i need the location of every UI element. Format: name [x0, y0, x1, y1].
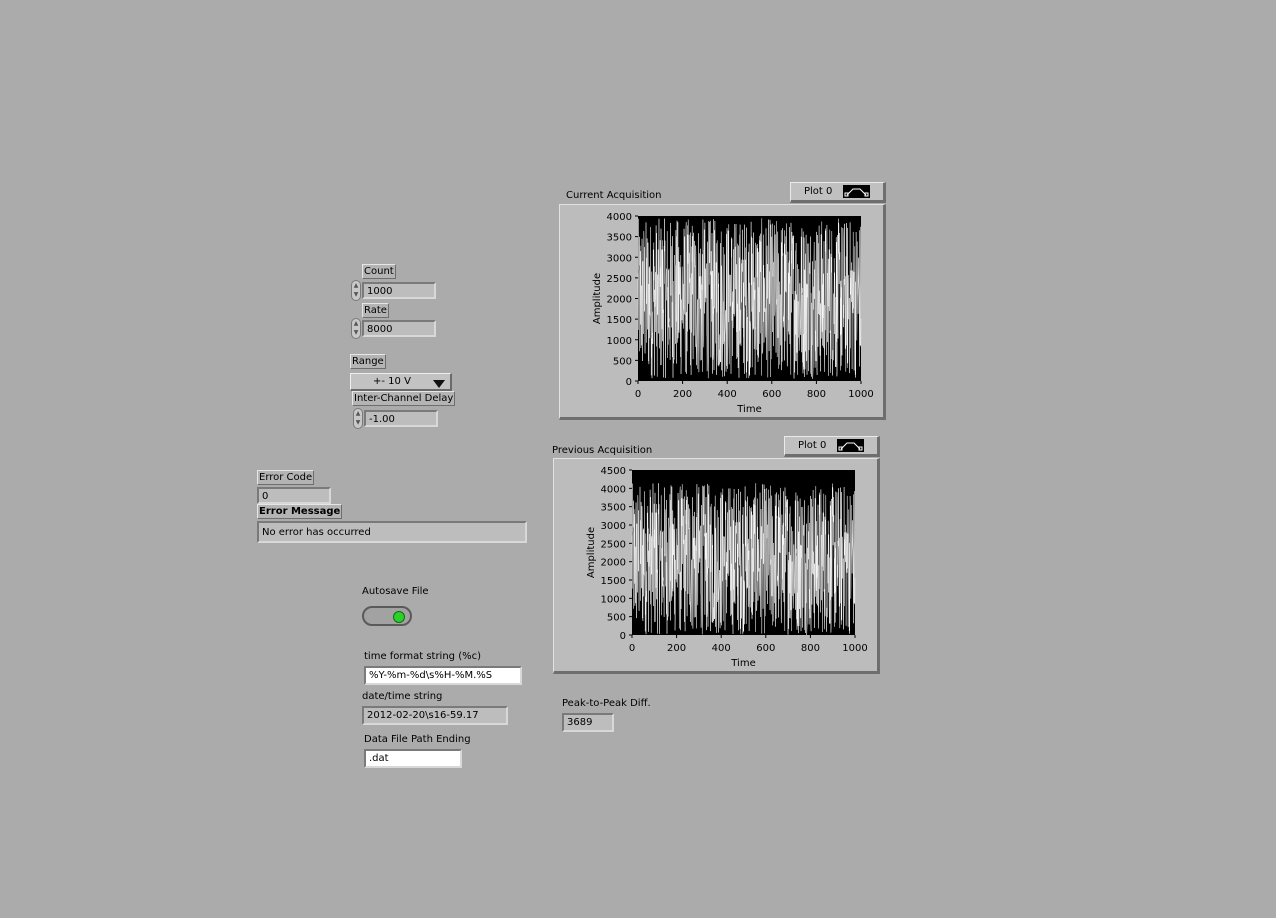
y-tick-label: 1500 — [607, 315, 632, 326]
y-tick-label: 0 — [620, 631, 626, 642]
y-tick-label: 1500 — [601, 576, 626, 587]
x-tick-label: 1000 — [848, 389, 873, 400]
delay-increment-icon[interactable]: ▲ ▼ — [353, 408, 363, 429]
range-select[interactable]: +- 10 V — [350, 373, 452, 391]
chevron-down-icon[interactable] — [433, 380, 445, 388]
x-tick-label: 600 — [762, 389, 781, 400]
y-tick-label: 1000 — [601, 594, 626, 605]
y-tick-label: 3000 — [607, 253, 632, 264]
range-label: Range — [350, 354, 386, 369]
rate-input[interactable]: 8000 — [362, 320, 436, 337]
error-code-field: 0 — [257, 487, 331, 504]
x-tick-label: 800 — [807, 389, 826, 400]
y-tick-label: 500 — [607, 613, 626, 624]
x-tick-label: 0 — [629, 643, 635, 654]
y-tick-label: 3000 — [601, 521, 626, 532]
autosave-toggle[interactable] — [362, 606, 412, 626]
rate-increment-icon[interactable]: ▲ ▼ — [351, 318, 361, 339]
led-on-icon — [393, 611, 405, 623]
y-axis-label: Amplitude — [592, 273, 603, 324]
x-tick-label: 200 — [673, 389, 692, 400]
y-tick-label: 2500 — [601, 539, 626, 550]
error-message-field: No error has occurred — [257, 521, 527, 543]
datetime-label: date/time string — [362, 691, 443, 702]
graph1-title: Current Acquisition — [566, 190, 662, 201]
graph2-frame: 0 200 400 600 800 1000 0 500 1000 1500 2000 2500 300… — [553, 458, 880, 674]
y-tick-label: 3500 — [601, 503, 626, 514]
y-tick-label: 2000 — [601, 558, 626, 569]
autosave-label: Autosave File — [362, 586, 429, 597]
data-file-input[interactable]: .dat — [364, 749, 462, 768]
range-value: +- 10 V — [373, 376, 411, 387]
x-axis-label: Time — [736, 404, 761, 415]
y-tick-label: 4000 — [601, 484, 626, 495]
x-tick-label: 800 — [801, 643, 820, 654]
y-tick-label: 2000 — [607, 295, 632, 306]
x-tick-label: 0 — [635, 389, 641, 400]
count-increment-icon[interactable]: ▲ ▼ — [351, 280, 361, 301]
peak-field: 3689 — [562, 713, 614, 732]
peak-label: Peak-to-Peak Diff. — [562, 698, 651, 709]
x-tick-label: 1000 — [842, 643, 867, 654]
graph2-legend[interactable]: Plot 0 — [784, 436, 880, 457]
y-tick-label: 4000 — [607, 212, 632, 223]
graph1-frame: 0 200 400 600 800 1000 0 500 1000 1500 2000 2500 300… — [559, 204, 886, 420]
time-format-label: time format string (%c) — [364, 651, 482, 662]
y-tick-label: 4500 — [601, 466, 626, 477]
y-tick-label: 0 — [626, 377, 632, 388]
plot-style-icon[interactable] — [837, 439, 864, 452]
graph1-plot[interactable]: 0 200 400 600 800 1000 0 500 1000 1500 2000 2500 300… — [560, 205, 883, 417]
x-tick-label: 200 — [667, 643, 686, 654]
x-tick-label: 400 — [712, 643, 731, 654]
x-tick-label: 400 — [718, 389, 737, 400]
graph2-plot[interactable]: 0 200 400 600 800 1000 0 500 1000 1500 2000 2500 300… — [554, 459, 877, 671]
y-tick-label: 500 — [613, 356, 632, 367]
datetime-field: 2012-02-20\s16-59.17 — [362, 706, 508, 725]
y-axis-label: Amplitude — [586, 527, 597, 578]
count-label: Count — [362, 264, 396, 279]
y-tick-label: 1000 — [607, 336, 632, 347]
graph2-title: Previous Acquisition — [552, 445, 653, 456]
graph2-legend-name: Plot 0 — [798, 440, 827, 451]
graph1-legend-name: Plot 0 — [804, 186, 833, 197]
error-message-label: Error Message — [257, 504, 343, 519]
time-format-input[interactable]: %Y-%m-%d\s%H-%M.%S — [364, 666, 522, 685]
data-file-label: Data File Path Ending — [364, 734, 471, 745]
rate-label: Rate — [362, 303, 389, 318]
graph1-legend[interactable]: Plot 0 — [790, 182, 886, 203]
x-axis-label: Time — [730, 658, 755, 669]
plot-style-icon[interactable] — [843, 185, 870, 198]
y-tick-label: 2500 — [607, 274, 632, 285]
x-tick-label: 600 — [756, 643, 775, 654]
delay-label: Inter-Channel Delay — [352, 391, 456, 406]
y-tick-label: 3500 — [607, 233, 632, 244]
delay-input[interactable]: -1.00 — [364, 410, 438, 427]
error-code-label: Error Code — [257, 470, 315, 485]
count-input[interactable]: 1000 — [362, 282, 436, 299]
